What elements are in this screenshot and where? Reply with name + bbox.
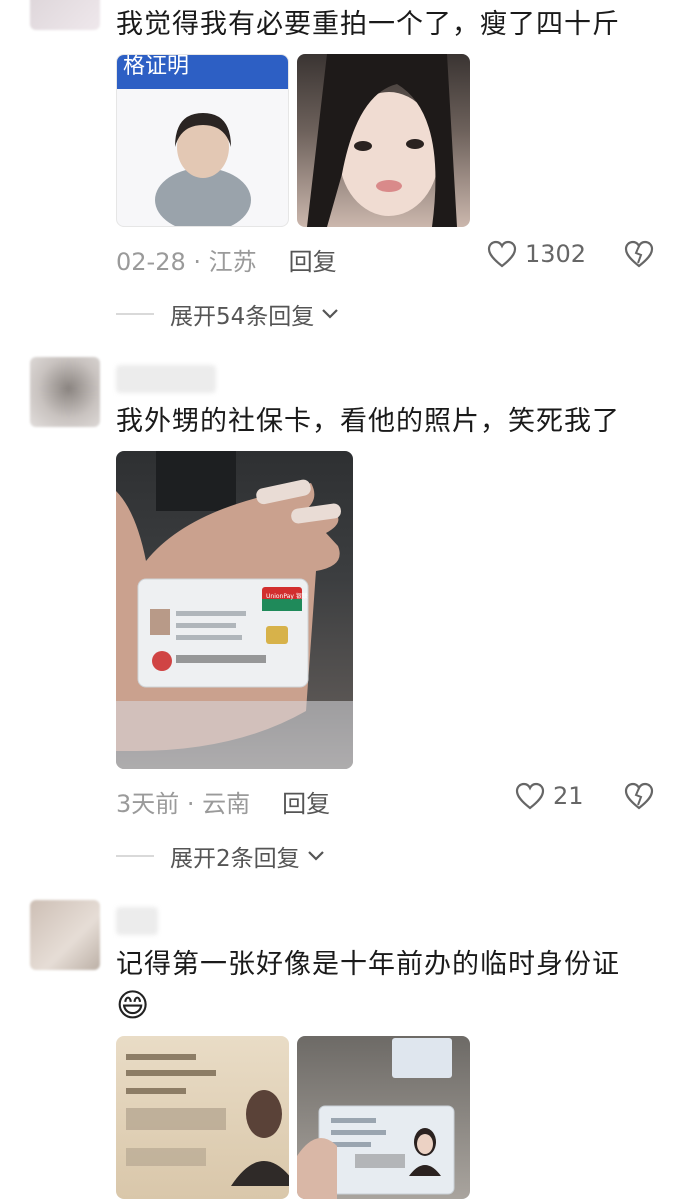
id-card-in-hand	[297, 1038, 455, 1199]
comment-text: 记得第一张好像是十年前办的临时身份证	[116, 949, 620, 980]
comment-text: 我外甥的社保卡，看他的照片，笑死我了	[116, 406, 620, 437]
comment-photo[interactable]	[297, 54, 470, 227]
id-card-figure	[126, 1054, 289, 1186]
like-count: 1302	[525, 240, 587, 268]
like-button[interactable]: 21	[515, 782, 584, 810]
emoji-laugh-icon: 😄	[116, 986, 150, 1024]
expand-label: 展开54条回复	[170, 304, 315, 330]
username-blurred[interactable]	[116, 365, 216, 393]
avatar[interactable]	[30, 900, 100, 970]
username-blurred[interactable]	[116, 907, 158, 935]
divider-line	[116, 313, 154, 315]
broken-heart-icon	[624, 240, 654, 268]
heart-icon	[487, 240, 517, 268]
like-count: 21	[553, 782, 584, 810]
heart-icon	[515, 782, 545, 810]
avatar[interactable]	[30, 0, 100, 30]
dislike-button[interactable]	[624, 240, 654, 272]
comment-meta: 3天前 · 云南 回复	[116, 784, 330, 819]
comment-photo[interactable]: UnionPay 银联	[116, 451, 353, 769]
portrait-figure	[155, 113, 251, 226]
chevron-down-icon	[322, 309, 339, 319]
date-location: 02-28 · 江苏	[116, 248, 257, 276]
avatar[interactable]	[30, 357, 100, 427]
divider-line	[116, 855, 154, 857]
expand-replies[interactable]: 展开54条回复	[116, 297, 340, 331]
date-location: 3天前 · 云南	[116, 790, 251, 818]
like-button[interactable]: 1302	[487, 240, 586, 268]
comment-text: 我觉得我有必要重拍一个了，瘦了四十斤	[116, 9, 620, 40]
selfie-figure	[307, 54, 457, 227]
card-brand-label: UnionPay 银联	[266, 593, 308, 600]
comment-photo[interactable]	[116, 1036, 289, 1199]
broken-heart-icon	[624, 782, 654, 810]
chevron-down-icon	[307, 851, 324, 861]
reply-button[interactable]: 回复	[282, 784, 330, 819]
comment-photo[interactable]: 格证明	[116, 54, 289, 227]
expand-label: 展开2条回复	[170, 846, 300, 872]
dislike-button[interactable]	[624, 782, 654, 814]
expand-replies[interactable]: 展开2条回复	[116, 839, 326, 873]
hand-holding-card	[116, 451, 353, 769]
reply-button[interactable]: 回复	[289, 242, 337, 277]
comment-photo[interactable]	[297, 1036, 470, 1199]
comment-meta: 02-28 · 江苏 回复	[116, 242, 337, 277]
